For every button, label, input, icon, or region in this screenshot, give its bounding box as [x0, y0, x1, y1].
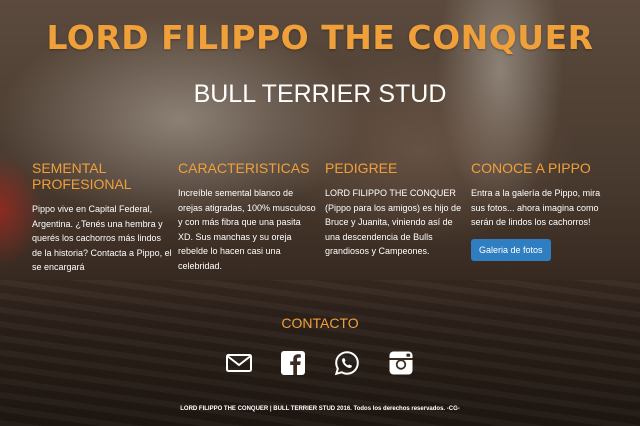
footer-copyright: LORD FILIPPO THE CONQUER | BULL TERRIER … [180, 406, 460, 412]
column-heading: CARACTERISTICAS [178, 160, 310, 176]
social-links [0, 350, 640, 376]
site-subtitle: BULL TERRIER STUD [193, 80, 447, 108]
column-text: Increíble semental blanco de orejas atig… [178, 188, 316, 271]
column-heading: CONOCE A PIPPO [471, 160, 591, 176]
column-caracteristicas: CARACTERISTICAS Increíble semental blanc… [178, 160, 318, 273]
mail-icon[interactable] [226, 350, 252, 376]
column-heading: PEDIGREE [325, 160, 398, 176]
whatsapp-icon[interactable] [334, 350, 360, 376]
facebook-icon[interactable] [280, 350, 306, 376]
column-text: Entra a la galería de Pippo, mira sus fo… [471, 188, 601, 227]
column-heading: SEMENTAL PROFESIONAL [32, 160, 132, 192]
site-title: LORD FILIPPO THE CONQUER [46, 18, 594, 57]
column-text: Pippo vive en Capital Federal, Argentina… [32, 204, 172, 272]
contact-title: CONTACTO [281, 315, 359, 331]
instagram-icon[interactable] [388, 350, 414, 376]
column-text: LORD FILIPPO THE CONQUER (Pippo para los… [325, 188, 462, 256]
column-semental: SEMENTAL PROFESIONAL Pippo vive en Capit… [32, 160, 172, 275]
gallery-button[interactable]: Galeria de fotos [471, 238, 551, 261]
column-conoce-a-pippo: CONOCE A PIPPO Entra a la galería de Pip… [471, 160, 611, 261]
page: LORD FILIPPO THE CONQUER BULL TERRIER ST… [0, 0, 640, 426]
column-pedigree: PEDIGREE LORD FILIPPO THE CONQUER (Pippo… [325, 160, 465, 259]
